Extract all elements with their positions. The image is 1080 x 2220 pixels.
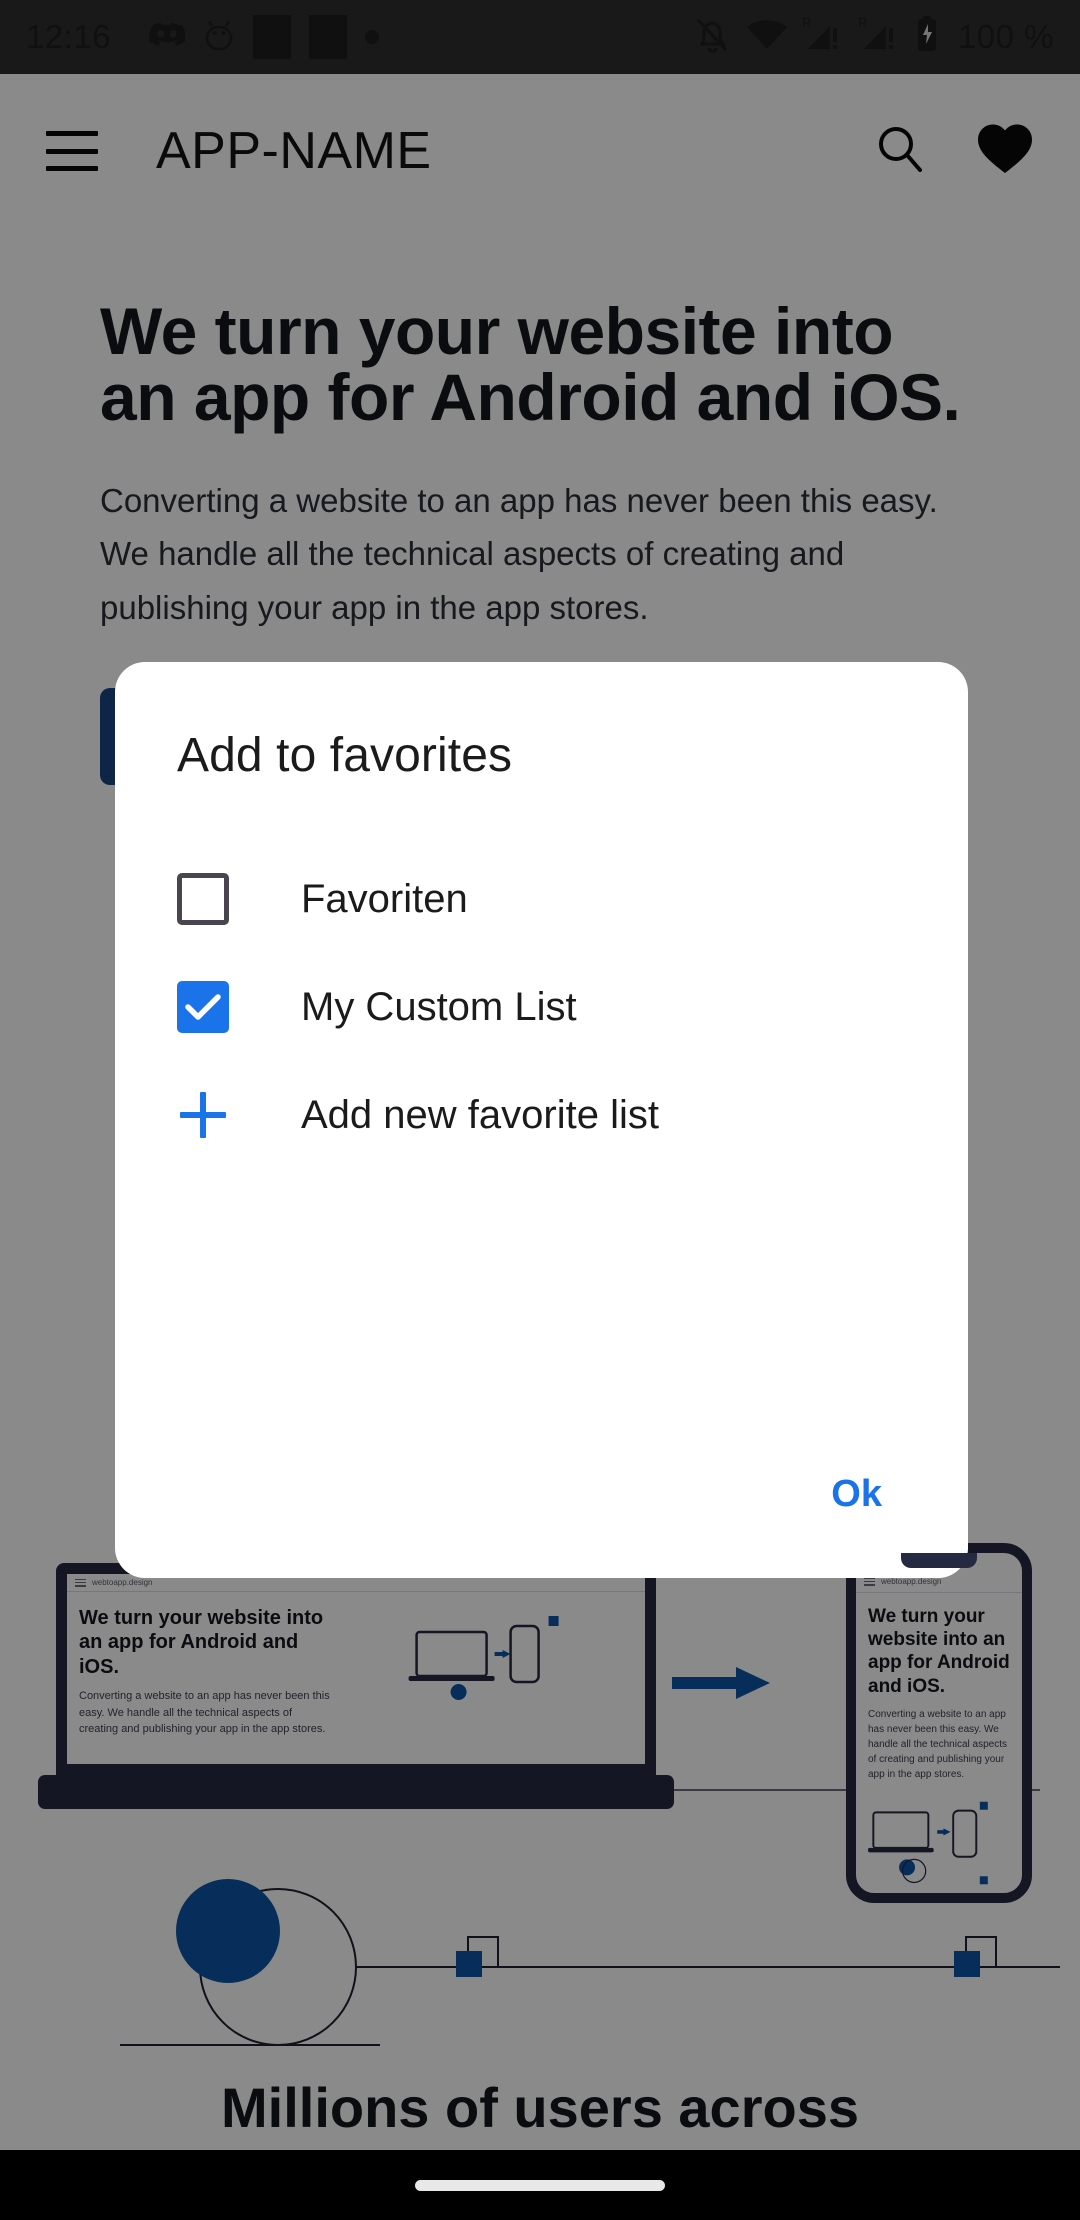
dialog-spacer — [163, 1169, 920, 1461]
ok-button[interactable]: Ok — [811, 1461, 902, 1528]
phone-screen: 12:16 R — [0, 0, 1080, 2220]
dialog-actions: Ok — [163, 1461, 920, 1542]
checkbox-unchecked-icon[interactable] — [177, 873, 229, 925]
add-new-favorite-list-label: Add new favorite list — [301, 1093, 659, 1138]
dialog-title: Add to favorites — [177, 728, 920, 783]
plus-icon[interactable] — [177, 1089, 229, 1141]
favorite-list-row-my-custom-list[interactable]: My Custom List — [163, 953, 920, 1061]
checkmark-icon — [185, 993, 221, 1021]
favorite-list-label: My Custom List — [301, 985, 577, 1030]
favorite-list-row-favoriten[interactable]: Favoriten — [163, 845, 920, 953]
add-to-favorites-dialog: Add to favorites Favoriten My Custom Lis… — [115, 662, 968, 1578]
checkbox-checked-icon[interactable] — [177, 981, 229, 1033]
favorite-list-label: Favoriten — [301, 877, 468, 922]
favorite-lists: Favoriten My Custom List Add new favorit… — [163, 845, 920, 1169]
phone-notch — [901, 1553, 977, 1568]
home-indicator[interactable] — [415, 2180, 665, 2191]
system-nav-bar — [0, 2150, 1080, 2220]
add-new-favorite-list-row[interactable]: Add new favorite list — [163, 1061, 920, 1169]
